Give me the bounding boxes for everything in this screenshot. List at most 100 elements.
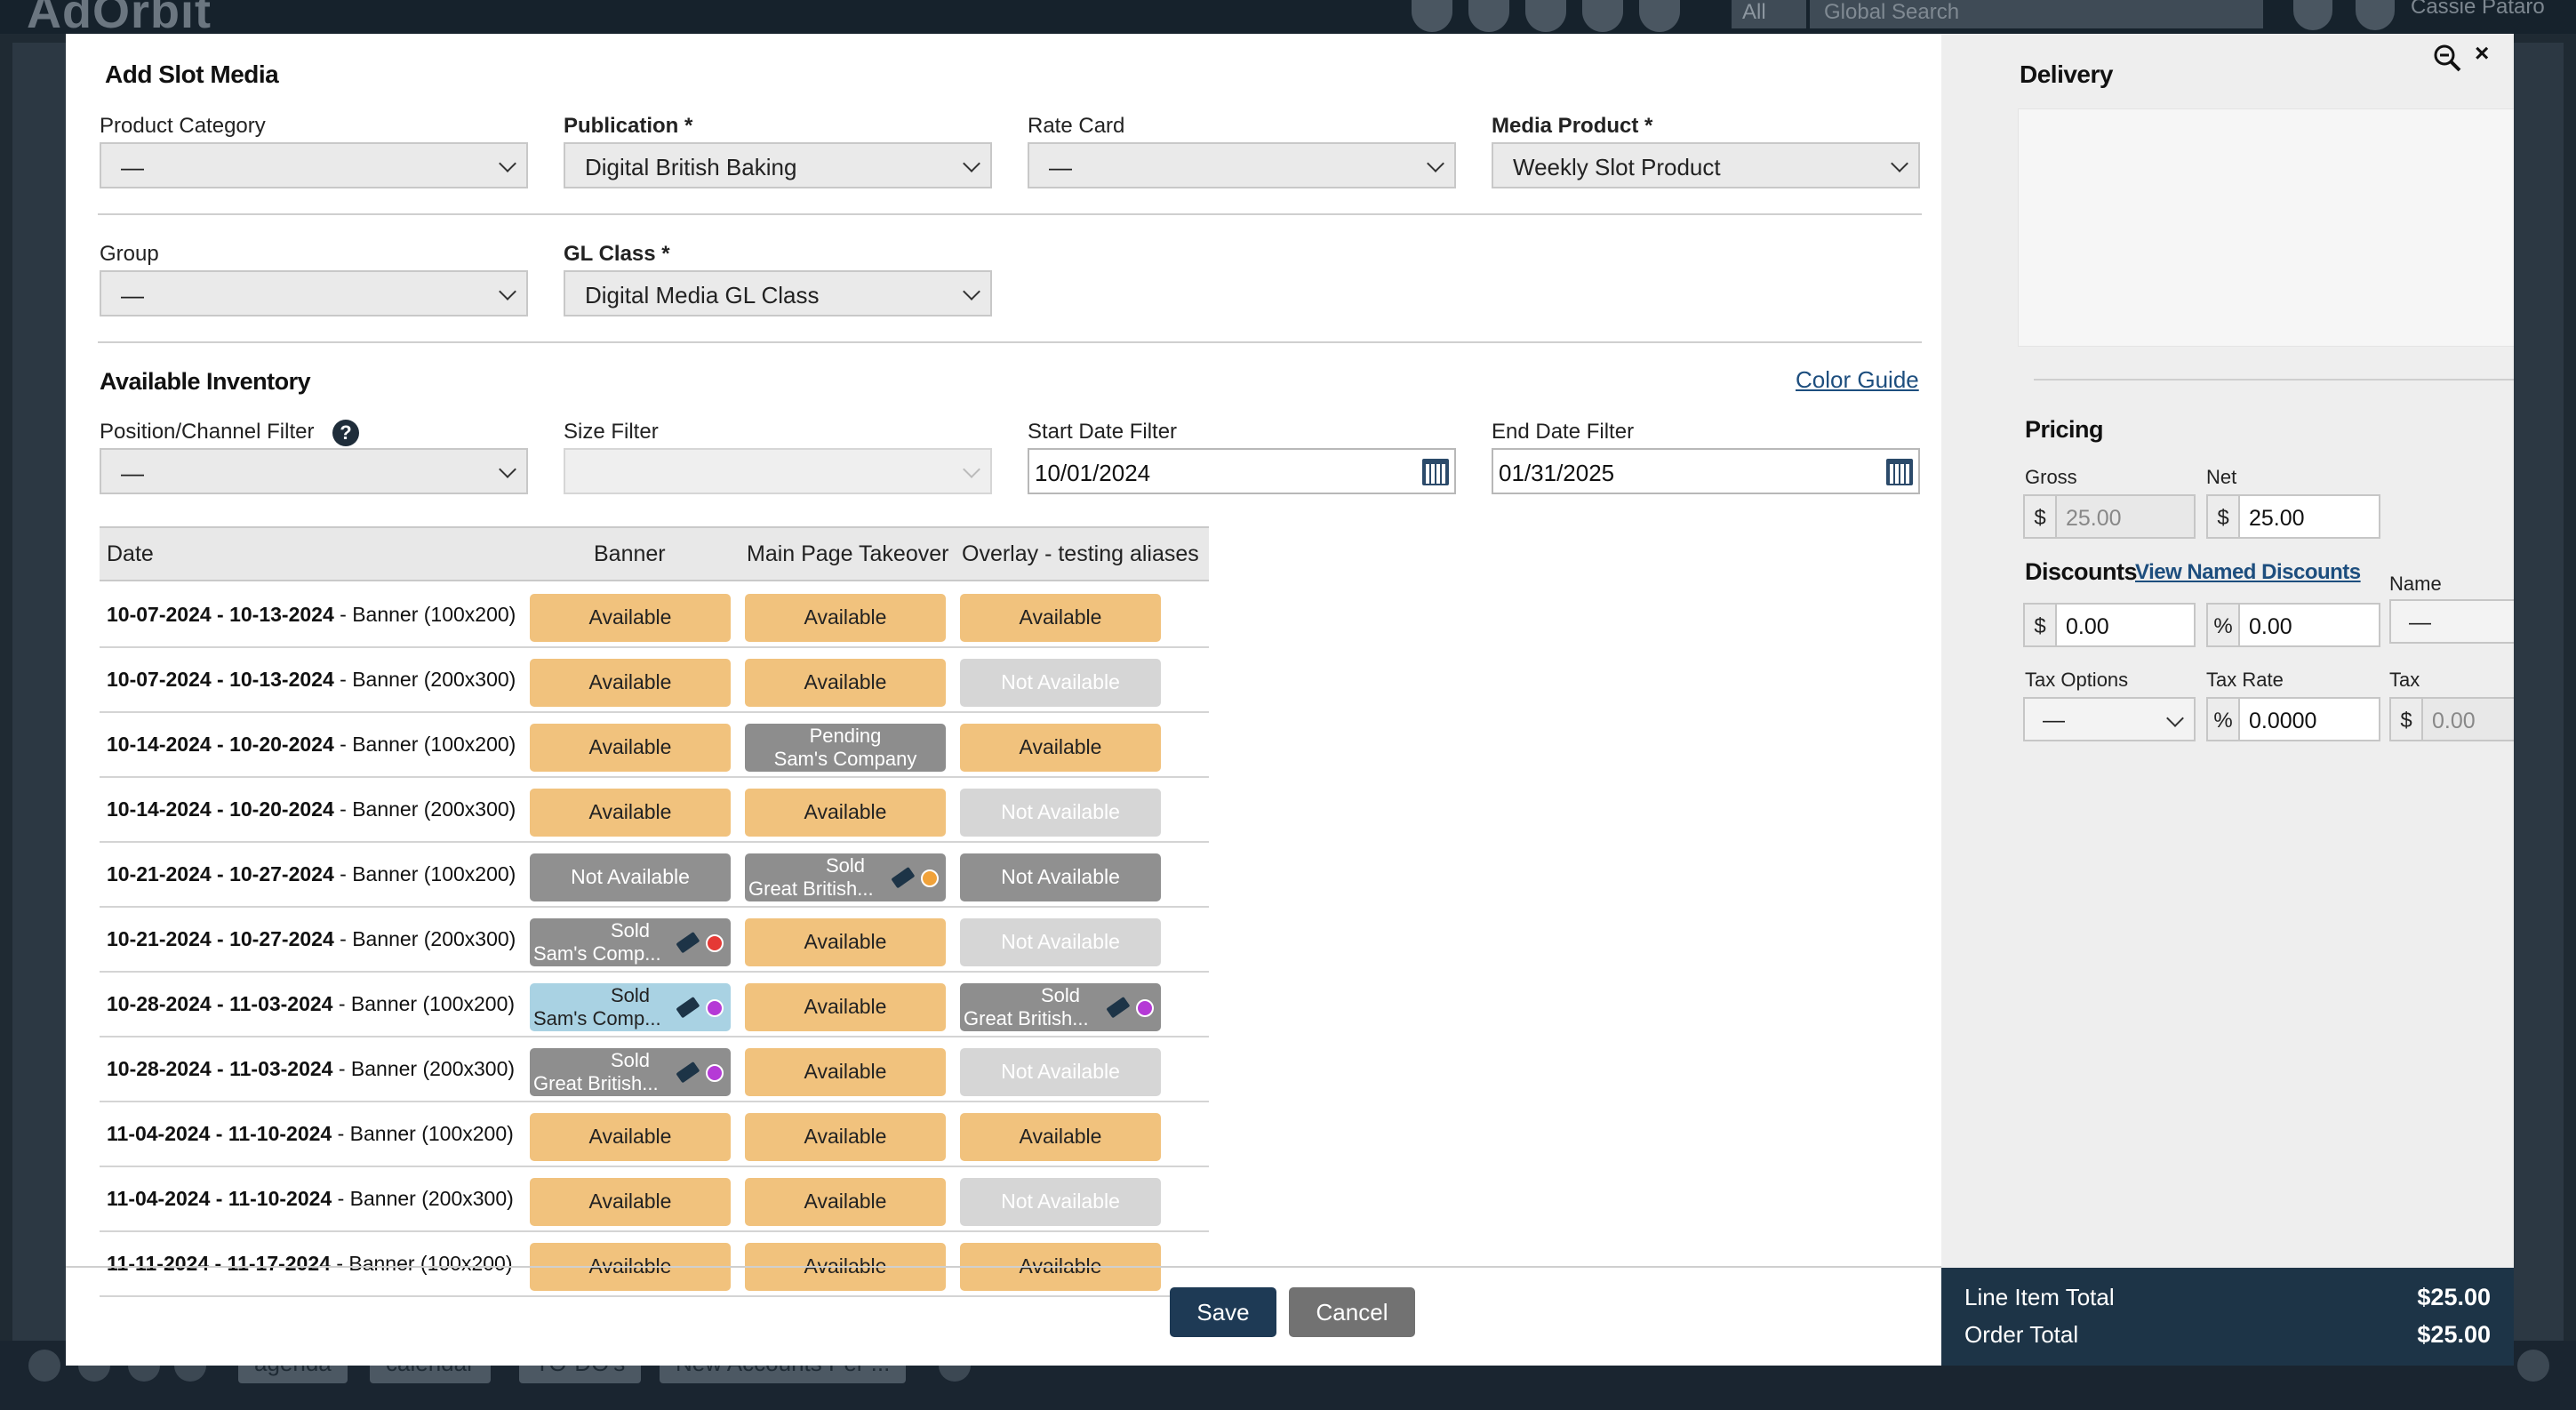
bell-icon[interactable]	[1639, 0, 1680, 32]
slot-cell[interactable]: Available	[530, 1178, 731, 1226]
slot-status: Not Available	[1001, 1190, 1120, 1213]
slot-cell[interactable]: Available	[745, 1178, 946, 1226]
status-dot-icon	[1136, 999, 1154, 1017]
slot-cell[interactable]: Available	[745, 594, 946, 642]
slot-cell[interactable]: Pending Sam's Company	[745, 724, 946, 772]
group-select[interactable]: —	[100, 270, 528, 316]
slot-status: Available	[804, 800, 887, 823]
end-date-value: 01/31/2025	[1499, 460, 1615, 486]
slot-cell[interactable]: Not Available	[960, 918, 1161, 966]
chevron-down-icon	[963, 283, 980, 300]
slot-cell[interactable]: Available	[530, 724, 731, 772]
size-filter-select[interactable]	[564, 448, 992, 494]
row-size: - Banner (100x200)	[333, 733, 516, 756]
row-size: - Banner (100x200)	[332, 992, 516, 1015]
discount-amount-value: 0.00	[2066, 614, 2109, 639]
save-button[interactable]: Save	[1170, 1287, 1276, 1337]
slot-status: Not Available	[1001, 1060, 1120, 1083]
slot-cell[interactable]: Available	[960, 1113, 1161, 1161]
global-search-input[interactable]: Global Search	[1810, 0, 2263, 28]
view-named-discounts-link[interactable]: View Named Discounts	[2135, 560, 2361, 585]
megaphone-icon[interactable]	[1412, 0, 1452, 32]
tax-rate-field[interactable]: % 0.0000	[2206, 697, 2380, 741]
toggle-icon[interactable]	[2517, 1350, 2549, 1382]
slot-cell[interactable]: Not Available	[530, 853, 731, 901]
row-dates: 11-04-2024 - 11-10-2024	[107, 1187, 332, 1210]
add-icon[interactable]	[1468, 0, 1509, 32]
clock-icon[interactable]	[28, 1350, 60, 1382]
help-icon[interactable]	[2293, 0, 2332, 30]
table-row: 10-21-2024 - 10-27-2024 - Banner (100x20…	[100, 843, 1209, 908]
end-date-input[interactable]: 01/31/2025	[1492, 448, 1920, 494]
slot-cell[interactable]: Available	[530, 1113, 731, 1161]
color-guide-link[interactable]: Color Guide	[1796, 366, 1919, 394]
row-size: - Banner (200x300)	[333, 927, 516, 950]
slot-cell[interactable]: Not Available	[960, 659, 1161, 707]
line-item-total-label: Line Item Total	[1964, 1284, 2115, 1310]
slot-cell[interactable]: Available	[960, 594, 1161, 642]
slot-cell[interactable]: Available	[745, 1048, 946, 1096]
user-name[interactable]: Cassie Pataro	[2411, 0, 2545, 20]
rate-card-value: —	[1049, 154, 1072, 180]
slot-advertiser: Sam's Comp...	[533, 1007, 661, 1029]
product-category-select[interactable]: —	[100, 142, 528, 188]
gl-class-select[interactable]: Digital Media GL Class	[564, 270, 992, 316]
slot-cell[interactable]: Available	[745, 983, 946, 1031]
table-row: 11-11-2024 - 11-17-2024 - Banner (100x20…	[100, 1232, 1209, 1297]
slot-cell[interactable]: Not Available	[960, 853, 1161, 901]
gross-field[interactable]: $ 25.00	[2023, 494, 2196, 539]
table-row: 10-28-2024 - 11-03-2024 - Banner (100x20…	[100, 973, 1209, 1037]
slot-cell[interactable]: Available	[745, 918, 946, 966]
product-category-label: Product Category	[100, 114, 266, 138]
cancel-button[interactable]: Cancel	[1289, 1287, 1415, 1337]
slot-cell[interactable]: Available	[530, 789, 731, 837]
publication-label: Publication *	[564, 114, 693, 138]
net-field[interactable]: $ 25.00	[2206, 494, 2380, 539]
slot-cell[interactable]: Not Available	[960, 1178, 1161, 1226]
percent-prefix: %	[2208, 699, 2240, 740]
status-dot-icon	[706, 999, 724, 1017]
start-date-input[interactable]: 10/01/2024	[1028, 448, 1456, 494]
slot-cell[interactable]: Available	[530, 594, 731, 642]
zoom-out-icon[interactable]	[2432, 43, 2464, 75]
chevron-down-icon	[499, 461, 516, 478]
discount-amount-field[interactable]: $ 0.00	[2023, 603, 2196, 647]
net-value: 25.00	[2249, 506, 2305, 531]
slot-advertiser: Great British...	[533, 1072, 659, 1094]
name-discount-select[interactable]: —	[2389, 599, 2514, 644]
slot-cell[interactable]: Sold Great British...	[530, 1048, 731, 1096]
user-avatar[interactable]	[2356, 0, 2395, 30]
slot-cell[interactable]: Available	[960, 724, 1161, 772]
tax-field[interactable]: $ 0.00	[2389, 697, 2514, 741]
rate-card-select[interactable]: —	[1028, 142, 1456, 188]
slot-cell[interactable]: Available	[530, 659, 731, 707]
slot-cell[interactable]: Available	[745, 789, 946, 837]
media-product-select[interactable]: Weekly Slot Product	[1492, 142, 1920, 188]
position-filter-select[interactable]: —	[100, 448, 528, 494]
tax-options-select[interactable]: —	[2023, 697, 2196, 741]
row-date-range: 10-07-2024 - 10-13-2024 - Banner (200x30…	[107, 668, 516, 692]
discount-percent-field[interactable]: % 0.00	[2206, 603, 2380, 647]
slot-cell[interactable]: Sold Sam's Comp...	[530, 983, 731, 1031]
slot-cell[interactable]: Available	[745, 659, 946, 707]
chevron-down-icon	[499, 283, 516, 300]
calendar-icon[interactable]	[1886, 459, 1913, 485]
row-size: - Banner (100x200)	[332, 1122, 514, 1145]
search-scope-select[interactable]: All	[1732, 0, 1806, 28]
slot-cell[interactable]: Not Available	[960, 789, 1161, 837]
publication-select[interactable]: Digital British Baking	[564, 142, 992, 188]
column-header-overlay: Overlay - testing aliases	[962, 541, 1199, 566]
row-date-range: 10-14-2024 - 10-20-2024 - Banner (200x30…	[107, 797, 516, 821]
close-icon[interactable]: ×	[2475, 39, 2489, 68]
column-header-date: Date	[107, 541, 154, 566]
slot-cell[interactable]: Sold Great British...	[745, 853, 946, 901]
slot-cell[interactable]: Sold Sam's Comp...	[530, 918, 731, 966]
calendar-icon[interactable]	[1422, 459, 1449, 485]
history-icon[interactable]	[1582, 0, 1623, 32]
slot-cell[interactable]: Sold Great British...	[960, 983, 1161, 1031]
row-size: - Banner (200x300)	[333, 797, 516, 821]
link-icon[interactable]	[1525, 0, 1566, 32]
slot-cell[interactable]: Available	[745, 1113, 946, 1161]
help-icon[interactable]: ?	[332, 420, 359, 446]
slot-cell[interactable]: Not Available	[960, 1048, 1161, 1096]
